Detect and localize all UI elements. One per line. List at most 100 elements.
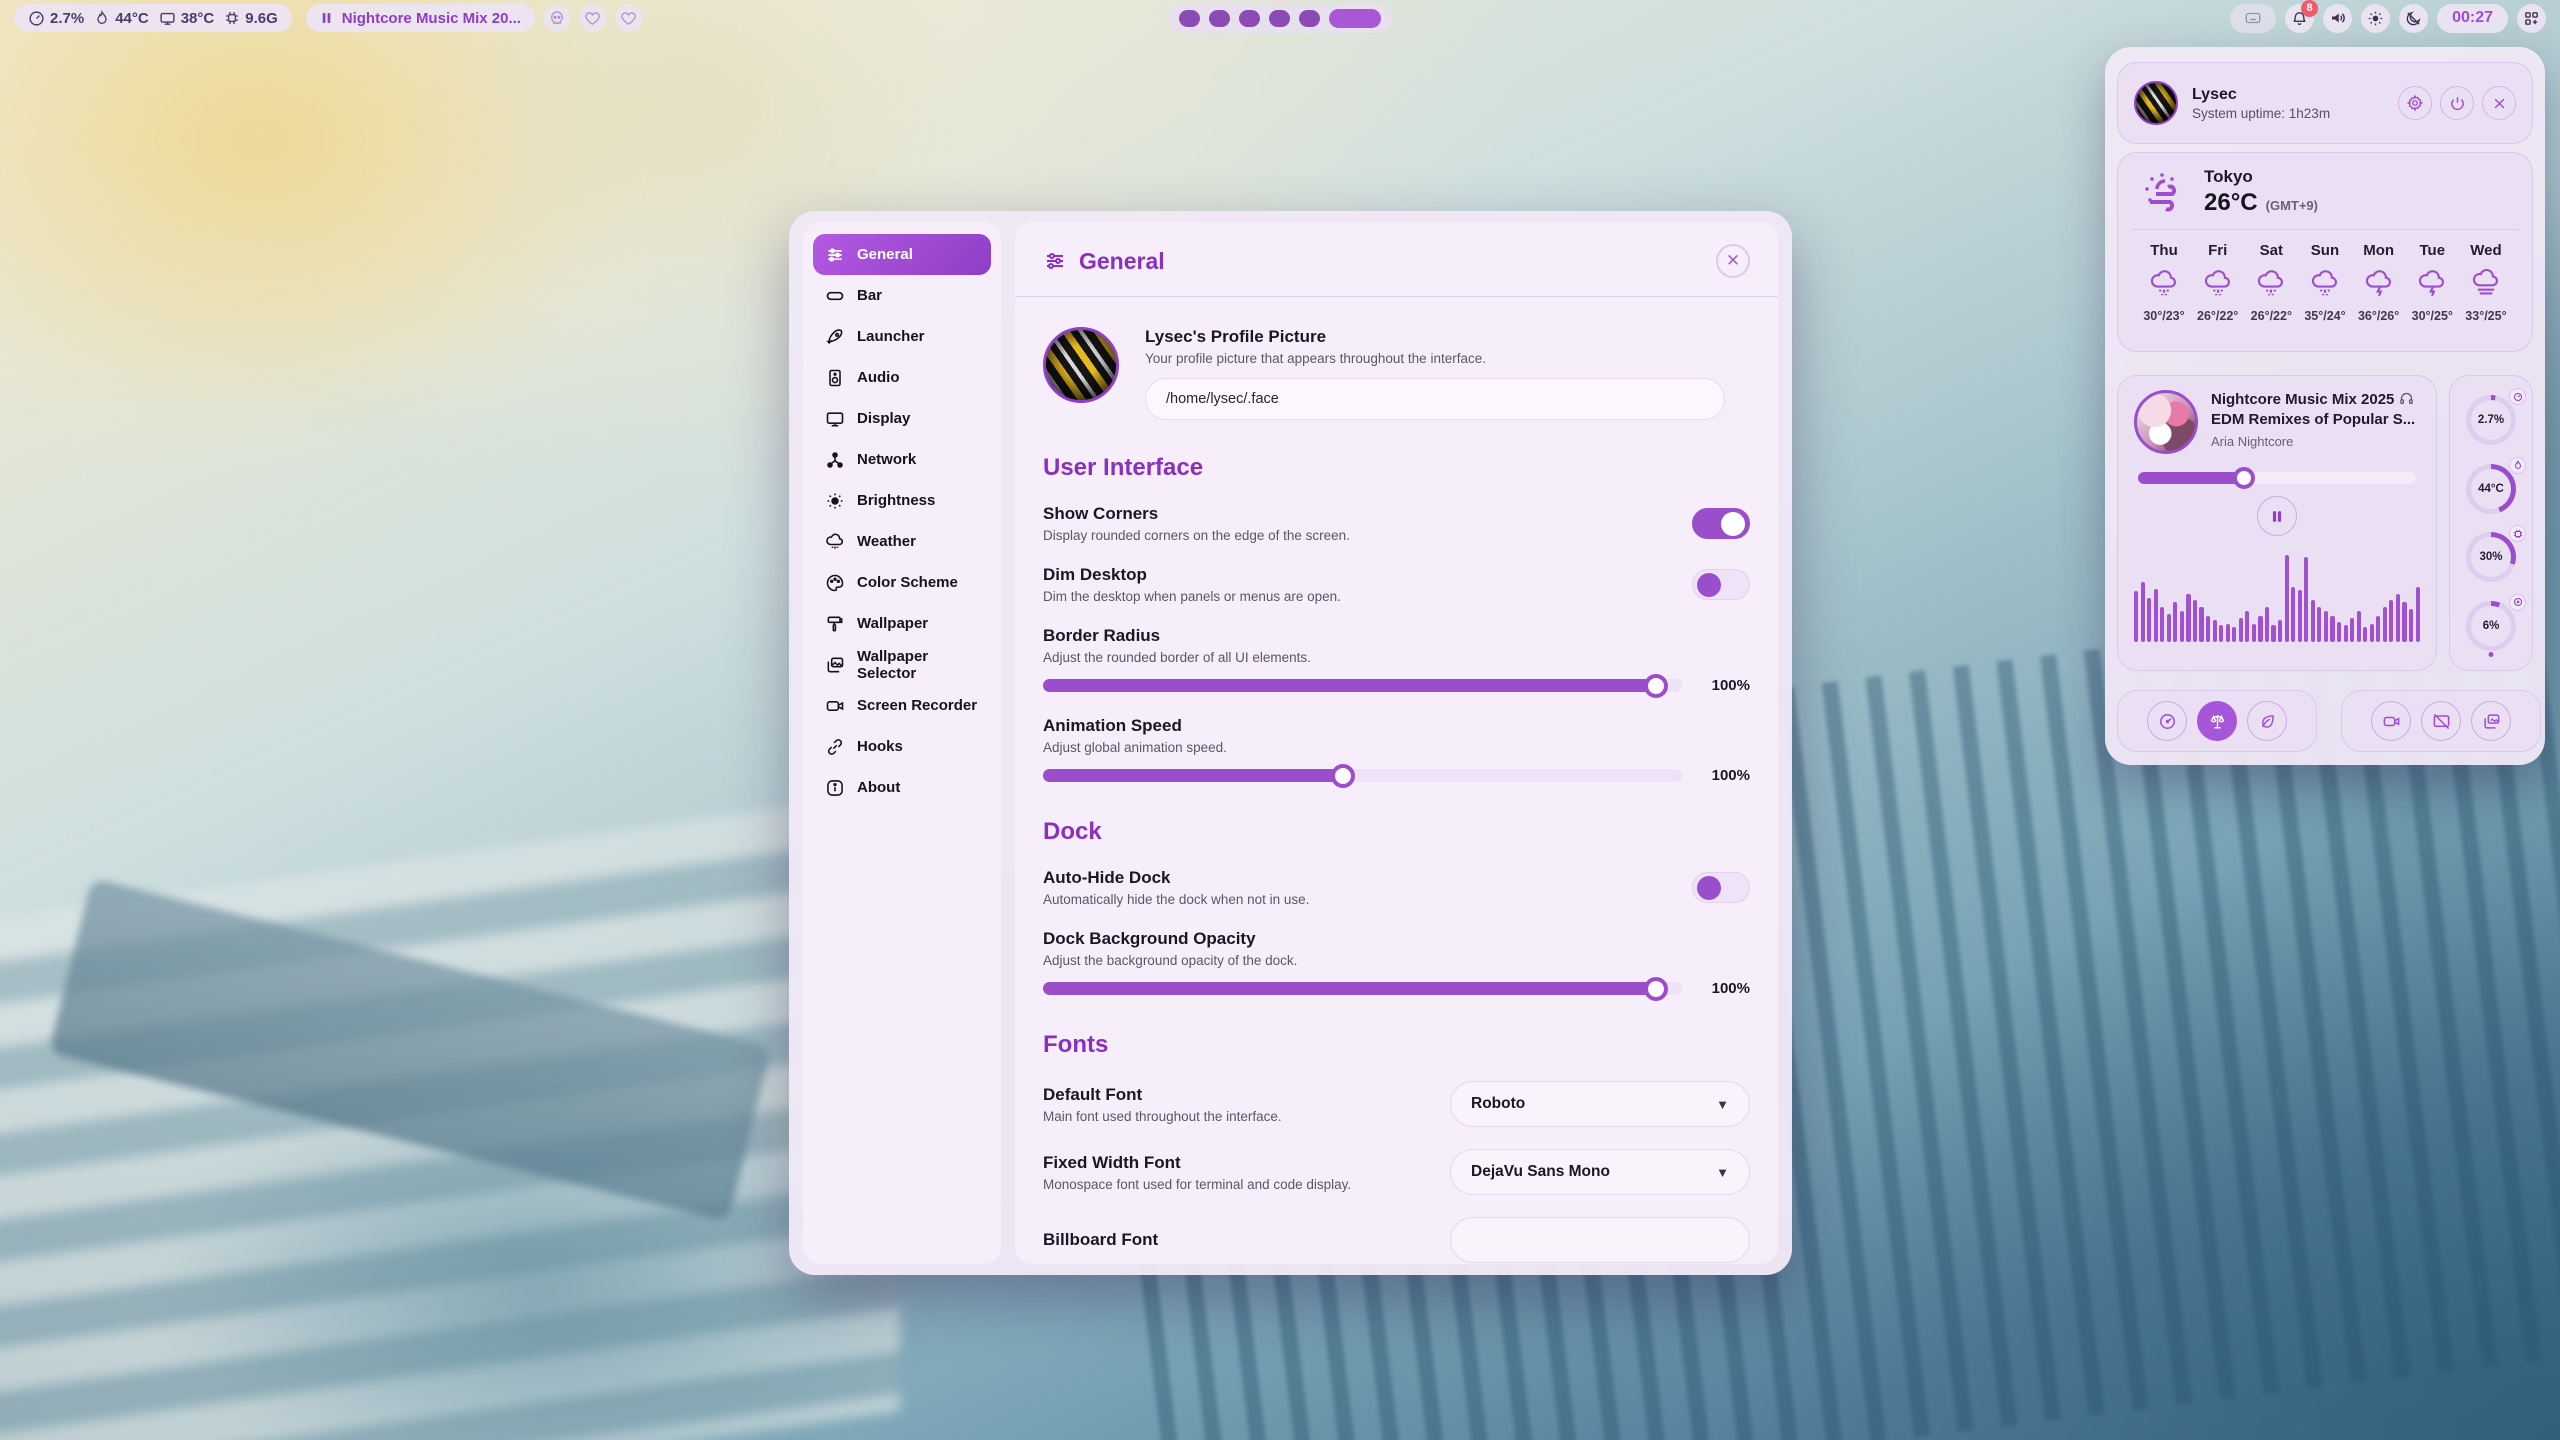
powersaver-profile-button[interactable]: [2247, 701, 2287, 741]
system-stats-pill[interactable]: 2.7% 44°C 38°C 9.6G: [14, 4, 292, 32]
screenshot-button[interactable]: [2471, 701, 2511, 741]
night-mode-icon: [2405, 10, 2422, 27]
sidebar-item-audio[interactable]: Audio: [813, 357, 991, 398]
forecast-day: Mon: [2363, 242, 2394, 259]
sidebar-item-wallpaper[interactable]: Wallpaper: [813, 603, 991, 644]
slider-knob[interactable]: [1644, 977, 1668, 1001]
tray-app-button[interactable]: [2230, 4, 2276, 33]
display-icon: [825, 409, 845, 429]
profile-title: Lysec's Profile Picture: [1145, 327, 1750, 347]
visualizer-bar: [2330, 616, 2334, 642]
weather-divider: [2132, 229, 2518, 230]
workspace-dot[interactable]: [1299, 10, 1320, 27]
visualizer-bar: [2271, 625, 2275, 642]
performance-profile-button[interactable]: [2147, 701, 2187, 741]
slider-knob[interactable]: [1331, 764, 1355, 788]
screenshare-off-button[interactable]: [2421, 701, 2461, 741]
sidebar-item-color-scheme[interactable]: Color Scheme: [813, 562, 991, 603]
cpu-temp-stat: 44°C: [94, 10, 149, 27]
media-pill[interactable]: Nightcore Music Mix 20...: [306, 4, 535, 32]
sidebar-item-hooks[interactable]: Hooks: [813, 726, 991, 767]
visualizer-bar: [2245, 611, 2249, 642]
sidebar-item-display[interactable]: Display: [813, 398, 991, 439]
workspace-indicator[interactable]: [1168, 4, 1392, 33]
sliders-icon: [1043, 249, 1067, 273]
track-artist: Aria Nightcore: [2211, 434, 2420, 449]
forecast-temps-value: 30°/25°: [2412, 309, 2453, 323]
section-dock: Dock: [1043, 818, 1750, 846]
chip-icon: [224, 10, 240, 26]
profile-path-input[interactable]: /home/lysec/.face: [1145, 378, 1725, 420]
visualizer-bar: [2239, 618, 2243, 642]
workspace-dot[interactable]: [1269, 10, 1290, 27]
track-title: Nightcore Music Mix 2025 EDM Remixes of …: [2211, 390, 2420, 431]
dock-opacity-slider[interactable]: [1043, 982, 1682, 995]
play-pause-button[interactable]: [2257, 496, 2297, 536]
workspace-dot[interactable]: [1209, 10, 1230, 27]
sidebar-item-about[interactable]: About: [813, 767, 991, 808]
close-panel-button[interactable]: [2482, 86, 2516, 120]
visualizer-bar: [2304, 557, 2308, 642]
settings-header: General ✕: [1043, 244, 1750, 278]
flame-icon: [94, 10, 110, 26]
workspace-dot[interactable]: [1179, 10, 1200, 27]
system-gauges-card: 2.7%44°C30%6%: [2449, 375, 2533, 671]
visualizer-bar: [2396, 594, 2400, 642]
forecast-temps-value: 26°/22°: [2197, 309, 2238, 323]
cloud-fog-icon: [2469, 269, 2503, 299]
sidebar-item-weather[interactable]: Weather: [813, 521, 991, 562]
settings-sidebar: General Bar Launcher Audio Display Netwo…: [803, 222, 1001, 1264]
workspace-dot[interactable]: [1239, 10, 1260, 27]
sidebar-item-wallpaper-selector[interactable]: Wallpaper Selector: [813, 644, 991, 685]
close-window-button[interactable]: ✕: [1716, 244, 1750, 278]
sidebar-item-brightness[interactable]: Brightness: [813, 480, 991, 521]
slider-knob[interactable]: [2233, 467, 2255, 489]
heart-button-2[interactable]: [615, 4, 643, 32]
border-radius-slider[interactable]: [1043, 679, 1682, 692]
close-icon: [2492, 96, 2507, 111]
forecast-day: Sun: [2311, 242, 2339, 259]
heart-button[interactable]: [579, 4, 607, 32]
sun-wind-icon: [2136, 168, 2188, 216]
visualizer-bar: [2147, 598, 2151, 642]
sidebar-item-network[interactable]: Network: [813, 439, 991, 480]
volume-button[interactable]: [2323, 4, 2352, 33]
pause-icon: [2270, 509, 2284, 524]
workspace-active-pill[interactable]: [1329, 9, 1381, 28]
skull-button[interactable]: [543, 4, 571, 32]
billboard-font-dropdown[interactable]: [1450, 1217, 1750, 1263]
balanced-profile-button[interactable]: [2197, 701, 2237, 741]
cloud-rain-icon: [2308, 269, 2342, 299]
record-button[interactable]: [2371, 701, 2411, 741]
visualizer-bar: [2213, 620, 2217, 642]
dim-desktop-toggle[interactable]: [1692, 569, 1750, 600]
notifications-button[interactable]: 8: [2285, 4, 2314, 33]
power-button[interactable]: [2440, 86, 2474, 120]
sidebar-item-general[interactable]: General: [813, 234, 991, 275]
brightness-button[interactable]: [2361, 4, 2390, 33]
profile-avatar[interactable]: [1043, 327, 1119, 403]
visualizer-bar: [2173, 602, 2177, 642]
default-font-dropdown[interactable]: Roboto ▼: [1450, 1081, 1750, 1127]
bar-right-cluster: 8 00:27: [2230, 4, 2546, 33]
animation-speed-slider-row: 100%: [1043, 767, 1750, 784]
slider-knob[interactable]: [1644, 674, 1668, 698]
visualizer-bar: [2285, 555, 2289, 642]
clock[interactable]: 00:27: [2437, 4, 2508, 33]
animation-speed-slider[interactable]: [1043, 769, 1682, 782]
visualizer-bar: [2350, 618, 2354, 642]
sidebar-item-launcher[interactable]: Launcher: [813, 316, 991, 357]
settings-button[interactable]: [2398, 86, 2432, 120]
track-progress-slider[interactable]: [2138, 472, 2416, 484]
sidebar-item-bar[interactable]: Bar: [813, 275, 991, 316]
cpu-stat: 2.7%: [28, 10, 84, 27]
fixed-font-dropdown[interactable]: DejaVu Sans Mono ▼: [1450, 1149, 1750, 1195]
sidebar-item-screen-recorder[interactable]: Screen Recorder: [813, 685, 991, 726]
gauge-icon: [28, 10, 45, 27]
system-gauge: 2.7%: [2462, 391, 2520, 449]
overview-button[interactable]: [2517, 4, 2546, 33]
border-radius-row: Border Radius Adjust the rounded border …: [1043, 626, 1750, 665]
show-corners-toggle[interactable]: [1692, 508, 1750, 539]
auto-hide-dock-toggle[interactable]: [1692, 872, 1750, 903]
night-mode-button[interactable]: [2399, 4, 2428, 33]
